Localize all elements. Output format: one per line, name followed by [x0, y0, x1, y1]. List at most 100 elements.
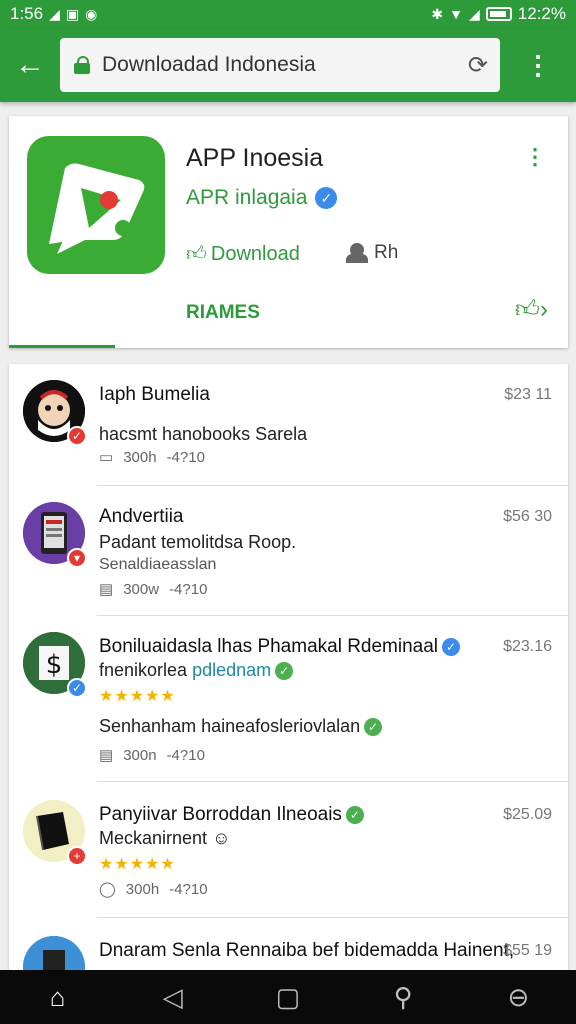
back-button[interactable]: ←: [0, 28, 60, 102]
status-time: 1:56: [10, 4, 44, 23]
rating-label: Rh: [374, 242, 399, 263]
meta-size: 300h: [125, 880, 160, 898]
app-card: APP Inoesia APR inlagaia ✓ ⋮ 👍︎ Download…: [9, 116, 568, 348]
item-meta: ▭ 300h -4?10: [99, 448, 205, 467]
svg-text:$: $: [46, 650, 63, 680]
signal-icon: ◢: [469, 6, 480, 22]
meta-code: -4?10: [166, 746, 205, 764]
browser-toolbar: ← Downloadad Indonesia ⟳ ⋮: [0, 28, 576, 102]
item-subtitle-text: Meckanirnent: [99, 828, 208, 848]
item-subtitle-link[interactable]: pdlednam: [192, 660, 271, 680]
item-price: $23.16: [503, 638, 552, 655]
card-menu-icon[interactable]: ⋮: [524, 146, 546, 168]
battery-icon: [485, 7, 512, 21]
lock-icon: [74, 56, 90, 74]
home-icon[interactable]: ⌂: [28, 982, 88, 1013]
item-description: Senhanham haineafosleriovlalan ✓: [99, 716, 383, 737]
meta-size: 300n: [123, 746, 157, 764]
star-rating: ★★★★★: [99, 688, 176, 705]
badge-icon: ▾: [67, 548, 87, 568]
thumbs-up-icon: 👍︎: [186, 243, 207, 265]
item-subtitle: Meckanirnent ☺: [99, 828, 230, 849]
system-nav-bar: ⌂ ◁ ▢ ⚲ ⊖: [0, 970, 576, 1024]
star-rating: ★★★★★: [99, 856, 176, 873]
signal-icon: ◢: [49, 6, 60, 22]
item-price: $56 30: [503, 508, 552, 525]
status-bar: 1:56 ◢ ▣ ◉ ✱ ▼ ◢ 12:2%: [0, 0, 576, 28]
item-subtitle: hacsmt hanobooks Sarela: [99, 424, 308, 444]
item-description-text: Senhanham haineafosleriovlalan: [99, 716, 361, 736]
developer-line[interactable]: APR inlagaia ✓: [186, 186, 338, 210]
active-tab-indicator: [9, 345, 115, 348]
badge-icon: +: [67, 846, 87, 866]
list-item[interactable]: ✓ Iaph Bumelia hacsmt hanobooks Sarela ▭…: [9, 364, 568, 486]
thumbs-up-icon: 👍︎: [514, 296, 540, 323]
bluetooth-icon: ✱: [431, 6, 444, 22]
clock-icon: ◯: [99, 881, 116, 898]
meta-code: -4?10: [169, 580, 208, 598]
item-price: $55 19: [503, 942, 552, 959]
tab-riames[interactable]: RIAMES: [186, 302, 260, 324]
notification-icon: ▣: [65, 6, 80, 22]
lock-icon[interactable]: ⊖: [488, 982, 548, 1013]
notification-icon: ◉: [85, 6, 98, 22]
arrow-left-icon: ←: [15, 48, 45, 81]
download-button[interactable]: 👍︎ Download: [186, 242, 300, 266]
recents-square-icon[interactable]: ▢: [258, 982, 318, 1013]
comment-icon: ▭: [99, 449, 114, 466]
meta-size: 300h: [123, 448, 157, 466]
url-text[interactable]: Downloadad Indonesia: [102, 53, 468, 77]
status-left: 1:56 ◢ ▣ ◉: [10, 4, 97, 24]
app-thumb-icon: [23, 936, 85, 970]
battery-text: 12:2%: [517, 4, 566, 23]
key-icon[interactable]: ⚲: [373, 982, 433, 1013]
developer-name[interactable]: APR inlagaia: [186, 186, 307, 210]
play-logo-icon: [49, 163, 145, 254]
storage-icon: ▤: [99, 581, 114, 598]
url-bar[interactable]: Downloadad Indonesia ⟳: [60, 38, 500, 92]
avatar: [23, 936, 85, 970]
badge-icon: ✓: [67, 678, 87, 698]
item-price: $23 11: [504, 386, 552, 403]
item-title-text: Boniluaidasla lhas Phamakal Rdeminaal: [99, 636, 439, 657]
item-meta: ▤ 300n -4?10: [99, 746, 205, 765]
item-meta: ▤ 300w -4?10: [99, 580, 208, 599]
item-title: Panyiivar Borroddan Ilneoais ✓: [99, 804, 364, 826]
list-item[interactable]: $ ✓ Boniluaidasla lhas Phamakal Rdeminaa…: [9, 616, 568, 782]
item-price: $25.09: [503, 806, 552, 823]
rating-chip[interactable]: Rh: [346, 242, 398, 264]
reload-icon[interactable]: ⟳: [468, 51, 488, 80]
check-icon: ✓: [364, 718, 383, 737]
item-subtitle: Padant temolitdsa Roop.: [99, 532, 297, 552]
app-title: APP Inoesia: [186, 144, 324, 172]
item-title: Iaph Bumelia: [99, 384, 210, 405]
verified-check-icon: ✓: [315, 187, 338, 209]
item-title: Dnaram Senla Rennaiba bef bidemadda Hain…: [99, 940, 515, 961]
verified-check-icon: ✓: [345, 805, 364, 824]
verified-check-icon: ✓: [442, 637, 461, 656]
wifi-icon: ▼: [449, 6, 464, 22]
meta-code: -4?10: [166, 448, 205, 466]
storage-icon: ▤: [99, 747, 114, 764]
overflow-menu-button[interactable]: ⋮: [500, 28, 576, 102]
like-next-button[interactable]: 👍︎›: [515, 296, 548, 324]
check-icon: ✓: [275, 662, 294, 681]
kebab-menu-icon: ⋮: [525, 49, 551, 80]
list-item[interactable]: + Panyiivar Borroddan Ilneoais ✓ Meckanir…: [9, 782, 568, 918]
chevron-right-icon: ›: [540, 296, 548, 323]
item-title-text: Panyiivar Borroddan Ilneoais: [99, 804, 342, 825]
status-right: ✱ ▼ ◢ 12:2%: [431, 4, 566, 24]
badge-icon: ✓: [67, 426, 87, 446]
back-triangle-icon[interactable]: ◁: [143, 982, 203, 1013]
item-title: Andvertiia: [99, 506, 184, 527]
meta-code: -4?10: [169, 880, 208, 898]
item-description: Senaldiaeasslan: [99, 556, 217, 573]
emoji-icon: ☺: [212, 828, 231, 848]
meta-size: 300w: [123, 580, 160, 598]
item-subtitle: fnenikorlea pdlednam ✓: [99, 660, 294, 681]
app-list: ✓ Iaph Bumelia hacsmt hanobooks Sarela ▭…: [9, 364, 568, 970]
app-logo-icon[interactable]: [27, 136, 165, 274]
list-item[interactable]: Dnaram Senla Rennaiba bef bidemadda Hain…: [9, 918, 568, 970]
item-subtitle-a: fnenikorlea: [99, 660, 188, 680]
list-item[interactable]: ▾ Andvertiia Padant temolitdsa Roop. Sen…: [9, 486, 568, 616]
